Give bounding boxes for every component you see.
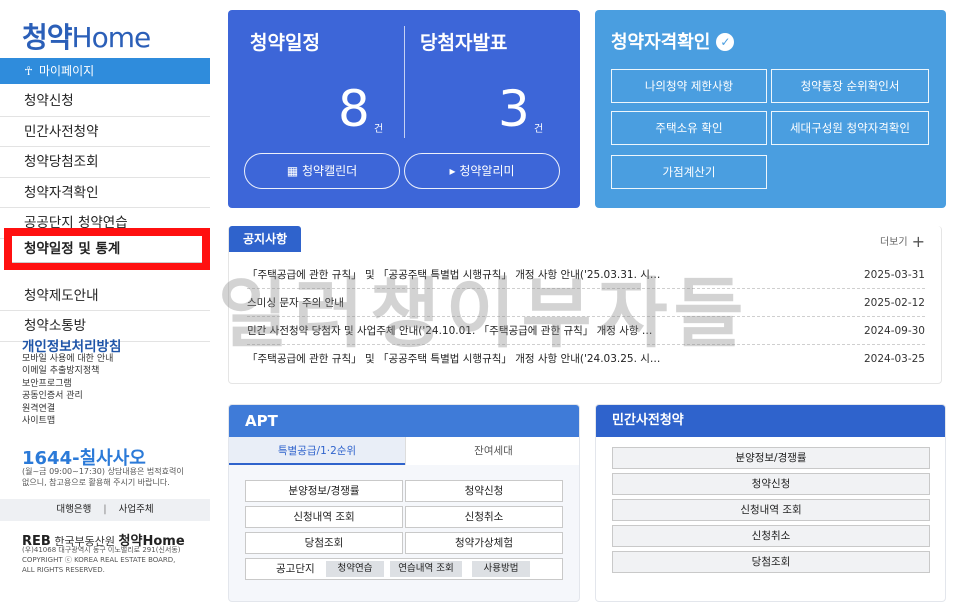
calendar-button[interactable]: ▦ 청약캘린더 [244, 153, 400, 189]
private-history-button[interactable]: 신청내역 조회 [612, 499, 930, 521]
mypage-label: 마이페이지 [38, 64, 95, 78]
apt-title: APT [229, 405, 579, 437]
footer-copy-1: COPYRIGHT ⓒ KOREA REAL ESTATE BOARD, [22, 556, 176, 564]
phone-note: (월~금 09:00~17:30) 상담내용은 법적효력이 없으니, 참고용으로… [22, 466, 202, 488]
public-complex-bar: 공고단지 청약연습 연습내역 조회 사용방법 [245, 558, 563, 580]
footer-link-sitemap[interactable]: 사이트맵 [22, 415, 113, 427]
winner-title[interactable]: 당첨자발표 [420, 28, 507, 55]
footer-link-remote[interactable]: 원격연결 [22, 403, 113, 415]
footer-link-cert[interactable]: 공동인증서 관리 [22, 390, 113, 402]
logo-prefix: 청약 [22, 21, 73, 54]
qualification-title[interactable]: 청약자격확인 ✓ [611, 28, 735, 54]
sidebar-item-apply[interactable]: 청약신청 [0, 86, 210, 117]
apt-section: APT 특별공급/1·2순위 잔여세대 분양정보/경쟁률 청약신청 신청내역 조… [228, 404, 580, 602]
household-qualification-button[interactable]: 세대구성원 청약자격확인 [771, 111, 929, 145]
notice-date: 2025-02-12 [863, 297, 925, 309]
sidebar: 청약Home ☥ 마이페이지 청약신청 민간사전청약 청약당첨조회 청약자격확인 … [0, 0, 210, 613]
private-presale-section: 민간사전청약 분양정보/경쟁률 청약신청 신청내역 조회 신청취소 당첨조회 [595, 404, 946, 602]
practice-history-chip[interactable]: 연습내역 조회 [390, 561, 462, 577]
biz-bar: 대행은행 | 사업주체 [0, 499, 210, 521]
apt-tabs: 특별공급/1·2순위 잔여세대 [229, 437, 579, 465]
apt-simulation-button[interactable]: 청약가상체험 [405, 532, 563, 554]
plus-icon: + [911, 232, 925, 251]
site-logo[interactable]: 청약Home [22, 16, 152, 56]
winner-count-unit: 건 [534, 124, 544, 135]
apt-history-button[interactable]: 신청내역 조회 [245, 506, 403, 528]
footer-link-mobile[interactable]: 모바일 사용에 대한 안내 [22, 353, 113, 365]
phone-note-line-2: 없으니, 참고용으로 활용해 주시기 바랍니다. [22, 478, 170, 487]
how-to-chip[interactable]: 사용방법 [472, 561, 530, 577]
footer-copyright: (우)41068 대구광역시 동구 이노밸리로 291(신서동) COPYRIG… [22, 545, 202, 575]
sidebar-item-win-check[interactable]: 청약당첨조회 [0, 147, 210, 178]
more-link[interactable]: 더보기 + [880, 232, 925, 251]
page-root: 청약Home ☥ 마이페이지 청약신청 민간사전청약 청약당첨조회 청약자격확인 … [0, 0, 959, 613]
qualification-title-text: 청약자격확인 [611, 32, 711, 53]
apt-apply-button[interactable]: 청약신청 [405, 480, 563, 502]
apt-presale-info-button[interactable]: 분양정보/경쟁률 [245, 480, 403, 502]
schedule-title[interactable]: 청약일정 [250, 28, 320, 55]
winner-count[interactable]: 3 [498, 80, 530, 138]
footer-address: (우)41068 대구광역시 동구 이노밸리로 291(신서동) [22, 546, 181, 554]
sidebar-item-schedule-stats[interactable]: 청약일정 및 통계 [4, 228, 210, 270]
tab-special-supply[interactable]: 특별공급/1·2순위 [229, 437, 405, 465]
schedule-count-unit: 건 [374, 124, 384, 135]
watermark-text: 일러챙이부자들 [218, 269, 750, 358]
speaker-icon: ▸ [449, 164, 456, 178]
alert-button-label: 청약알리미 [459, 164, 515, 178]
house-ownership-button[interactable]: 주택소유 확인 [611, 111, 767, 145]
phone-note-line-1: (월~금 09:00~17:30) 상담내용은 법적효력이 [22, 467, 184, 476]
calendar-button-label: 청약캘린더 [301, 164, 358, 178]
schedule-card: 청약일정 당첨자발표 8 건 3 건 ▦ 청약캘린더 ▸ 청약알리미 [228, 10, 580, 208]
sidebar-item-schedule-stats-label: 청약일정 및 통계 [12, 236, 202, 263]
private-apply-button[interactable]: 청약신청 [612, 473, 930, 495]
alert-button[interactable]: ▸ 청약알리미 [404, 153, 560, 189]
private-presale-info-button[interactable]: 분양정보/경쟁률 [612, 447, 930, 469]
agent-bank-link[interactable]: 대행은행 [56, 504, 91, 515]
rank-certificate-button[interactable]: 청약통장 순위확인서 [771, 69, 929, 103]
more-label: 더보기 [879, 237, 908, 248]
tab-remaining-units[interactable]: 잔여세대 [405, 437, 579, 465]
qualification-card: 청약자격확인 ✓ 나의청약 제한사항 청약통장 순위확인서 주택소유 확인 세대구… [595, 10, 946, 208]
public-complex-label: 공고단지 [276, 563, 315, 575]
footer-link-email[interactable]: 이메일 추출방지정책 [22, 365, 113, 377]
apt-cancel-button[interactable]: 신청취소 [405, 506, 563, 528]
footer-links: 모바일 사용에 대한 안내 이메일 추출방지정책 보안프로그램 공동인증서 관리… [22, 353, 113, 427]
notice-tab[interactable]: 공지사항 [229, 226, 302, 252]
notice-date: 2024-09-30 [863, 325, 925, 337]
notice-date: 2024-03-25 [863, 353, 925, 365]
privacy-policy-link[interactable]: 개인정보처리방침 [22, 335, 121, 355]
footer-link-security[interactable]: 보안프로그램 [22, 378, 113, 390]
calendar-icon: ▦ [286, 164, 299, 178]
footer-copy-2: ALL RIGHTS RESERVED. [22, 566, 105, 574]
sidebar-item-qualification[interactable]: 청약자격확인 [0, 178, 210, 208]
restriction-button[interactable]: 나의청약 제한사항 [611, 69, 767, 103]
biz-separator: | [103, 504, 107, 515]
notice-date: 2025-03-31 [863, 269, 925, 281]
sidebar-menu: 청약신청 민간사전청약 청약당첨조회 청약자격확인 공공단지 청약연습 청약제도… [0, 86, 210, 342]
apt-win-check-button[interactable]: 당첨조회 [245, 532, 403, 554]
developer-link[interactable]: 사업주체 [119, 504, 154, 515]
check-circle-icon: ✓ [716, 33, 735, 51]
schedule-count[interactable]: 8 [338, 80, 370, 138]
schedule-divider [404, 26, 405, 138]
practice-chip[interactable]: 청약연습 [326, 561, 384, 577]
sidebar-item-system-guide[interactable]: 청약제도안내 [0, 281, 210, 311]
private-win-check-button[interactable]: 당첨조회 [612, 551, 930, 573]
score-calculator-button[interactable]: 가점계산기 [611, 155, 767, 189]
sidebar-item-private-presale[interactable]: 민간사전청약 [0, 117, 210, 147]
private-cancel-button[interactable]: 신청취소 [612, 525, 930, 547]
mypage-link[interactable]: ☥ 마이페이지 [0, 58, 210, 84]
private-presale-title: 민간사전청약 [596, 405, 945, 437]
person-icon: ☥ [24, 64, 33, 78]
logo-suffix: Home [71, 21, 152, 54]
